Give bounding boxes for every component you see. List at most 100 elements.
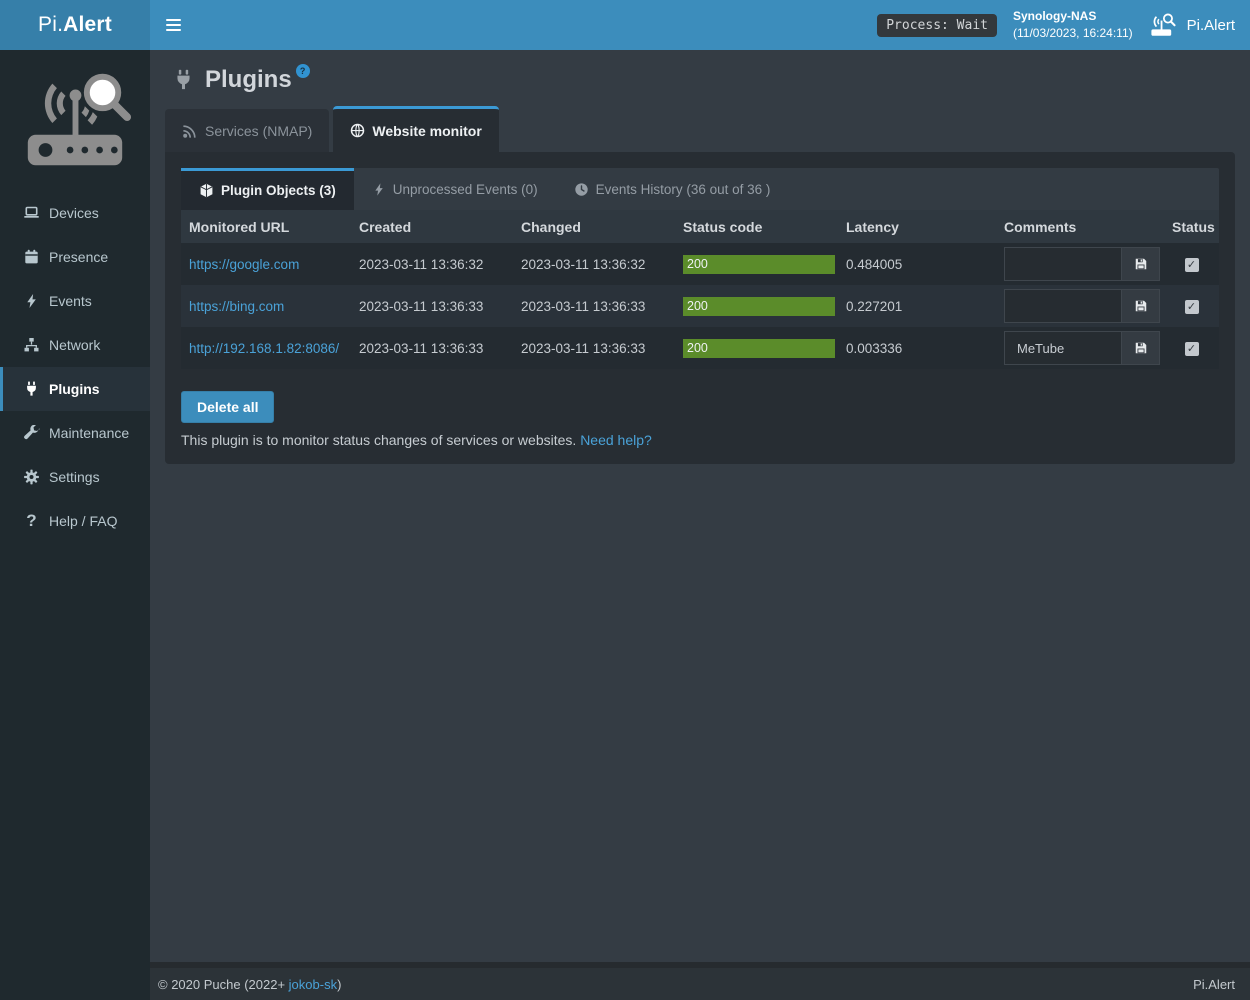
sidebar-item-events[interactable]: Events	[0, 279, 150, 323]
footer: © 2020 Puche (2022+ jokob-sk) Pi.Alert	[150, 962, 1250, 1000]
host-timestamp: (11/03/2023, 16:24:11)	[1013, 25, 1133, 42]
col-latency: Latency	[838, 210, 996, 243]
changed-cell: 2023-03-11 13:36:33	[513, 327, 675, 369]
tab-label: Plugin Objects (3)	[221, 183, 336, 198]
brand-alert: Alert	[63, 13, 112, 36]
col-monitored-url: Monitored URL	[181, 210, 351, 243]
tab-website-monitor[interactable]: Website monitor	[333, 106, 498, 152]
save-icon	[1134, 257, 1148, 271]
status-code-bar: 200	[683, 297, 835, 316]
changed-cell: 2023-03-11 13:36:33	[513, 285, 675, 327]
sidebar: Devices Presence Events Network	[0, 50, 150, 1000]
brand-logo[interactable]: Pi.Alert	[0, 0, 150, 50]
sidebar-item-label: Presence	[49, 249, 108, 265]
sidebar-item-label: Plugins	[49, 381, 100, 397]
sidebar-item-label: Settings	[49, 469, 100, 485]
sidebar-item-settings[interactable]: Settings	[0, 455, 150, 499]
footer-app-name: Pi.Alert	[1193, 977, 1235, 992]
top-header: Pi.Alert Process: Wait Synology-NAS (11/…	[0, 0, 1250, 50]
table-row: http://192.168.1.82:8086/ 2023-03-11 13:…	[181, 327, 1219, 369]
process-status-badge: Process: Wait	[877, 14, 997, 37]
globe-icon	[350, 123, 365, 138]
bolt-icon	[23, 293, 40, 309]
signal-icon	[182, 123, 198, 139]
status-checkbox[interactable]: ✓	[1185, 258, 1199, 272]
status-code-bar: 200	[683, 255, 835, 274]
comment-input[interactable]	[1004, 331, 1121, 365]
sitemap-icon	[23, 337, 40, 353]
status-code-bar: 200	[683, 339, 835, 358]
monitored-url-link[interactable]: http://192.168.1.82:8086/	[189, 341, 339, 356]
sidebar-item-devices[interactable]: Devices	[0, 191, 150, 235]
help-badge[interactable]: ?	[296, 64, 310, 78]
col-created: Created	[351, 210, 513, 243]
created-cell: 2023-03-11 13:36:33	[351, 285, 513, 327]
save-comment-button[interactable]	[1121, 331, 1160, 365]
latency-cell: 0.003336	[838, 327, 996, 369]
sidebar-item-presence[interactable]: Presence	[0, 235, 150, 279]
save-comment-button[interactable]	[1121, 247, 1160, 281]
footer-credits: © 2020 Puche (2022+ jokob-sk)	[158, 977, 341, 992]
page-header: Plugins ?	[150, 50, 1250, 106]
header-app-name: Pi.Alert	[1187, 17, 1235, 34]
plugin-description: This plugin is to monitor status changes…	[181, 432, 1219, 448]
col-status-code: Status code	[675, 210, 838, 243]
comment-input[interactable]	[1004, 247, 1121, 281]
router-search-icon	[1149, 13, 1179, 37]
sidebar-logo	[0, 50, 150, 191]
clock-icon	[574, 182, 589, 197]
sidebar-toggle-icon[interactable]	[150, 0, 196, 50]
tab-plugin-objects[interactable]: Plugin Objects (3)	[181, 168, 354, 210]
save-comment-button[interactable]	[1121, 289, 1160, 323]
col-changed: Changed	[513, 210, 675, 243]
tab-unprocessed-events[interactable]: Unprocessed Events (0)	[354, 168, 556, 210]
plugin-tabs: Services (NMAP) Website monitor	[165, 106, 1235, 152]
save-icon	[1134, 299, 1148, 313]
header-app-link[interactable]: Pi.Alert	[1149, 13, 1235, 37]
brand-pi: Pi.	[38, 13, 63, 36]
tab-label: Unprocessed Events (0)	[393, 182, 538, 197]
comment-input[interactable]	[1004, 289, 1121, 323]
monitored-url-link[interactable]: https://google.com	[189, 257, 299, 272]
page-title: Plugins	[205, 66, 292, 94]
table-row: https://google.com 2023-03-11 13:36:32 2…	[181, 243, 1219, 285]
save-icon	[1134, 341, 1148, 355]
col-comments: Comments	[996, 210, 1164, 243]
sidebar-item-label: Events	[49, 293, 92, 309]
created-cell: 2023-03-11 13:36:32	[351, 243, 513, 285]
created-cell: 2023-03-11 13:36:33	[351, 327, 513, 369]
status-checkbox[interactable]: ✓	[1185, 342, 1199, 356]
object-tabs: Plugin Objects (3) Unprocessed Events (0…	[181, 168, 1219, 210]
content-area: Plugins ? Services (NMAP) Website monito…	[150, 50, 1250, 962]
host-info: Synology-NAS (11/03/2023, 16:24:11)	[1013, 8, 1133, 42]
monitored-url-link[interactable]: https://bing.com	[189, 299, 284, 314]
router-search-logo-icon	[16, 65, 134, 177]
status-checkbox[interactable]: ✓	[1185, 300, 1199, 314]
website-monitor-panel: Plugin Objects (3) Unprocessed Events (0…	[165, 152, 1235, 464]
sidebar-item-label: Devices	[49, 205, 99, 221]
latency-cell: 0.484005	[838, 243, 996, 285]
plug-icon	[23, 381, 40, 397]
sidebar-item-label: Help / FAQ	[49, 513, 117, 529]
sidebar-item-maintenance[interactable]: Maintenance	[0, 411, 150, 455]
pialert-app: Pi.Alert Process: Wait Synology-NAS (11/…	[0, 0, 1250, 1000]
need-help-link[interactable]: Need help?	[580, 432, 652, 448]
sidebar-item-plugins[interactable]: Plugins	[0, 367, 150, 411]
sidebar-item-network[interactable]: Network	[0, 323, 150, 367]
tab-events-history[interactable]: Events History (36 out of 36 )	[556, 168, 789, 210]
cube-icon	[199, 183, 214, 198]
sidebar-item-label: Network	[49, 337, 100, 353]
gear-icon	[23, 469, 40, 485]
tab-label: Events History (36 out of 36 )	[596, 182, 771, 197]
tab-services-nmap[interactable]: Services (NMAP)	[165, 109, 329, 152]
wrench-icon	[23, 425, 40, 441]
latency-cell: 0.227201	[838, 285, 996, 327]
tab-label: Website monitor	[372, 123, 481, 139]
plugin-objects-table: Monitored URL Created Changed Status cod…	[181, 210, 1219, 369]
sidebar-item-help-faq[interactable]: ? Help / FAQ	[0, 499, 150, 543]
delete-all-button[interactable]: Delete all	[181, 391, 274, 423]
table-row: https://bing.com 2023-03-11 13:36:33 202…	[181, 285, 1219, 327]
col-status: Status	[1164, 210, 1219, 243]
host-name: Synology-NAS	[1013, 8, 1133, 25]
jokob-sk-link[interactable]: jokob-sk	[289, 977, 337, 992]
